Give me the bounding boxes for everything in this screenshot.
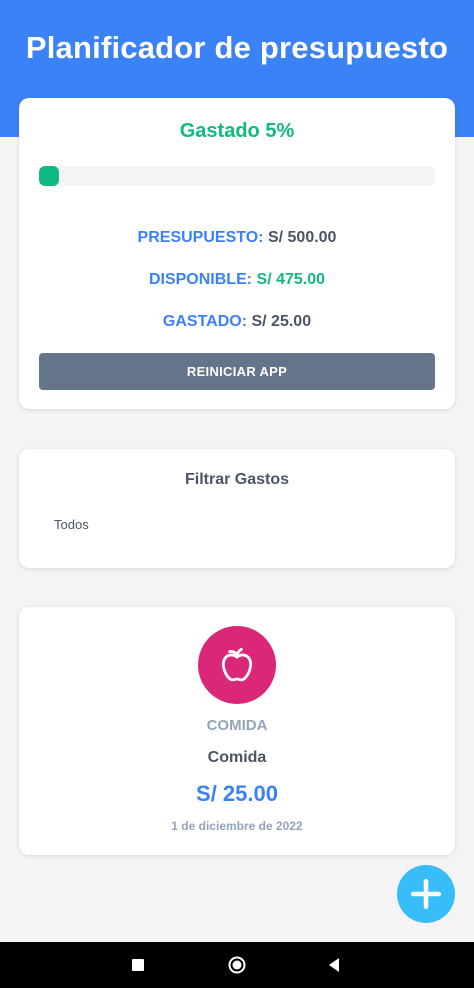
home-button[interactable] [207,942,267,988]
budget-card: Gastado 5% PRESUPUESTO: S/ 500.00 DISPON… [19,98,455,409]
category-icon-badge [198,626,276,704]
expense-category: COMIDA [206,717,268,734]
apple-icon [221,647,253,682]
available-stat: DISPONIBLE: S/ 475.00 [19,271,455,289]
expense-card[interactable]: COMIDA Comida S/ 25.00 1 de diciembre de… [19,607,455,855]
expense-date: 1 de diciembre de 2022 [171,819,303,833]
available-label: DISPONIBLE: [148,271,253,288]
recents-button[interactable] [108,942,168,988]
progress-bar [39,166,435,186]
budget-value: S/ 500.00 [267,229,337,246]
budget-label: PRESUPUESTO: [137,229,264,246]
budget-stat: PRESUPUESTO: S/ 500.00 [19,229,455,247]
home-circle-icon [228,956,246,974]
progress-bar-fill [39,166,59,186]
reset-app-button[interactable]: REINICIAR APP [39,353,435,390]
available-value: S/ 475.00 [256,271,326,288]
app-title: Planificador de presupuesto [25,30,449,65]
plus-icon [410,878,442,910]
filter-select[interactable]: Todos [54,517,89,532]
back-triangle-icon [329,958,339,972]
spent-label: GASTADO: [162,313,248,330]
spent-stat: GASTADO: S/ 25.00 [19,313,455,331]
filter-card: Filtrar Gastos Todos [19,449,455,568]
spent-value: S/ 25.00 [251,313,312,330]
recents-square-icon [132,959,144,971]
system-navigation-bar [0,942,474,988]
expense-amount: S/ 25.00 [196,781,278,806]
spent-percentage-title: Gastado 5% [179,120,295,142]
back-button[interactable] [304,942,364,988]
filter-title: Filtrar Gastos [184,471,290,488]
expense-name: Comida [207,749,267,766]
add-expense-button[interactable] [397,865,455,923]
